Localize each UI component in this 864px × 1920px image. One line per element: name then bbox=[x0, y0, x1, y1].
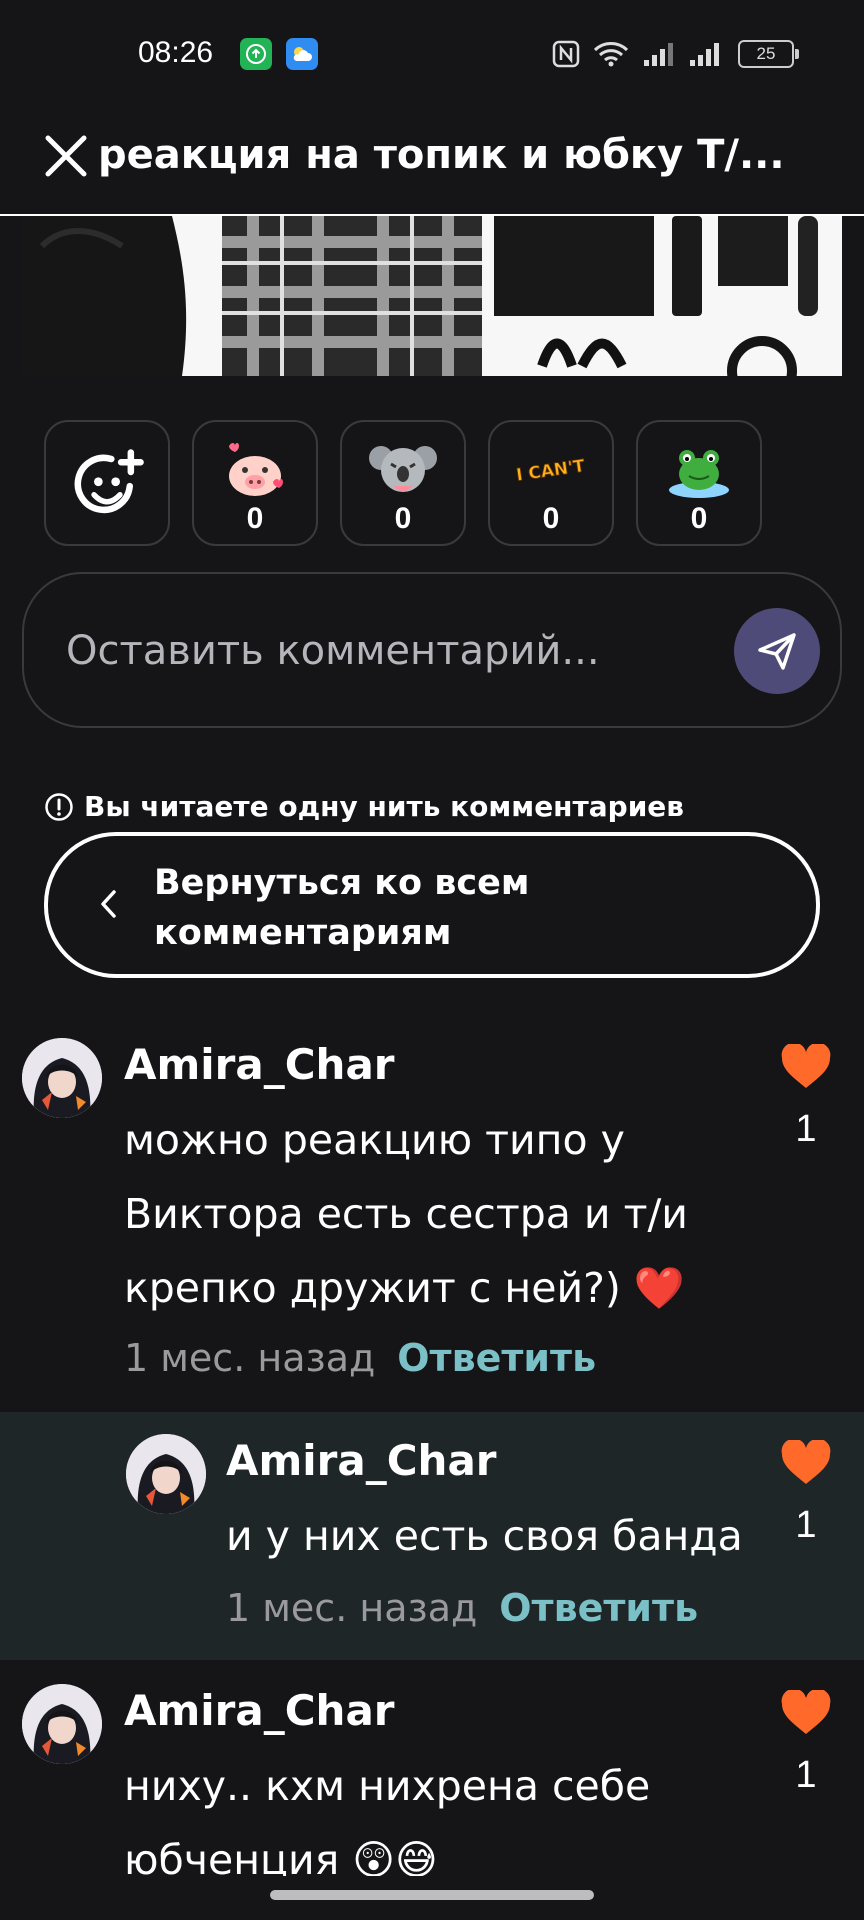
like-button[interactable]: 1 bbox=[776, 1438, 836, 1547]
comment: Amira_Char можно реакцию типо у Виктора … bbox=[0, 1010, 864, 1410]
comment-time: 1 мес. назад bbox=[124, 1336, 376, 1380]
signal-icon bbox=[644, 43, 673, 66]
comment-text: можно реакцию типо у Виктора есть сестра… bbox=[124, 1116, 688, 1312]
reaction-count: 0 bbox=[394, 502, 412, 535]
comment: Amira_Char ниху.. кхм нихрена себе юбчен… bbox=[0, 1662, 864, 1876]
comment-meta: 1 мес. назад Ответить bbox=[226, 1586, 698, 1630]
nfc-icon bbox=[552, 40, 580, 68]
send-icon bbox=[758, 633, 796, 670]
reaction-count: 0 bbox=[690, 502, 708, 535]
reply-button[interactable]: Ответить bbox=[397, 1336, 596, 1380]
back-to-all-comments-label: Вернуться ко всем комментариям bbox=[154, 863, 530, 953]
comment-meta: 1 мес. назад Ответить bbox=[124, 1336, 596, 1380]
comment-input[interactable]: Оставить комментарий... bbox=[22, 572, 842, 728]
reaction-pig[interactable]: 0 bbox=[192, 420, 318, 546]
info-icon bbox=[45, 792, 73, 821]
weather-app-icon bbox=[286, 38, 318, 70]
reactions-bar: 0 0 I CAN'T 0 0 bbox=[44, 420, 762, 546]
comment-author[interactable]: Amira_Char bbox=[226, 1436, 497, 1485]
status-bar: 08:26 25 bbox=[0, 0, 864, 110]
like-count: 1 bbox=[795, 1504, 817, 1546]
like-button[interactable]: 1 bbox=[776, 1042, 836, 1151]
avatar[interactable] bbox=[126, 1434, 206, 1514]
add-reaction-icon bbox=[74, 449, 144, 514]
i-cant-sticker: I CAN'T bbox=[515, 456, 587, 486]
comment-input-placeholder: Оставить комментарий... bbox=[66, 628, 600, 674]
i-cant-sticker-label: I CAN'T bbox=[515, 456, 586, 485]
close-icon bbox=[45, 135, 87, 177]
heart-icon bbox=[781, 1688, 831, 1734]
signal-icon bbox=[690, 43, 719, 66]
reaction-count: 0 bbox=[542, 502, 560, 535]
page-title: реакция на топик и юбку Т/... bbox=[98, 132, 785, 178]
comment-time: 1 мес. назад bbox=[226, 1586, 478, 1630]
avatar[interactable] bbox=[22, 1684, 102, 1764]
comment-reply: Amira_Char и у них есть своя банда 1 мес… bbox=[0, 1412, 864, 1660]
frog-sticker bbox=[669, 450, 729, 498]
battery-level: 25 bbox=[756, 44, 776, 63]
avatar[interactable] bbox=[22, 1038, 102, 1118]
comment-text: ниху.. кхм нихрена себе юбченция 😲😅 bbox=[124, 1762, 651, 1876]
reaction-count: 0 bbox=[246, 502, 264, 535]
wifi-icon bbox=[593, 42, 629, 67]
reaction-koala[interactable]: 0 bbox=[340, 420, 466, 546]
screen: 08:26 25 реакция на топик и юбку Т/... 0… bbox=[0, 0, 864, 1920]
status-right: 25 bbox=[552, 36, 799, 72]
battery-icon: 25 bbox=[738, 40, 799, 68]
like-button[interactable]: 1 bbox=[776, 1688, 836, 1797]
send-button[interactable] bbox=[734, 608, 820, 694]
like-count: 1 bbox=[795, 1108, 817, 1150]
comment-author[interactable]: Amira_Char bbox=[124, 1040, 395, 1089]
comment-text: и у них есть своя банда bbox=[226, 1512, 743, 1560]
thread-notice-text: Вы читаете одну нить комментариев bbox=[84, 790, 685, 823]
add-reaction-button[interactable] bbox=[44, 420, 170, 546]
reply-button[interactable]: Ответить bbox=[499, 1586, 698, 1630]
koala-sticker bbox=[369, 446, 437, 492]
home-indicator[interactable] bbox=[270, 1890, 594, 1900]
status-time: 08:26 bbox=[138, 36, 214, 69]
comment-author[interactable]: Amira_Char bbox=[124, 1686, 395, 1735]
chevron-left-icon bbox=[101, 890, 116, 918]
reaction-i-cant[interactable]: I CAN'T 0 bbox=[488, 420, 614, 546]
post-image[interactable] bbox=[22, 216, 842, 376]
reaction-frog[interactable]: 0 bbox=[636, 420, 762, 546]
header: реакция на топик и юбку Т/... bbox=[0, 110, 864, 216]
outfit-collage-image bbox=[22, 216, 842, 376]
back-to-all-comments-button[interactable]: Вернуться ко всем комментариям bbox=[44, 832, 820, 978]
close-button[interactable] bbox=[42, 132, 90, 180]
thread-notice: Вы читаете одну нить комментариев bbox=[44, 790, 684, 823]
heart-icon bbox=[781, 1042, 831, 1088]
like-count: 1 bbox=[795, 1754, 817, 1796]
upload-app-icon bbox=[240, 38, 272, 70]
heart-icon bbox=[781, 1438, 831, 1484]
pig-sticker bbox=[229, 443, 283, 496]
